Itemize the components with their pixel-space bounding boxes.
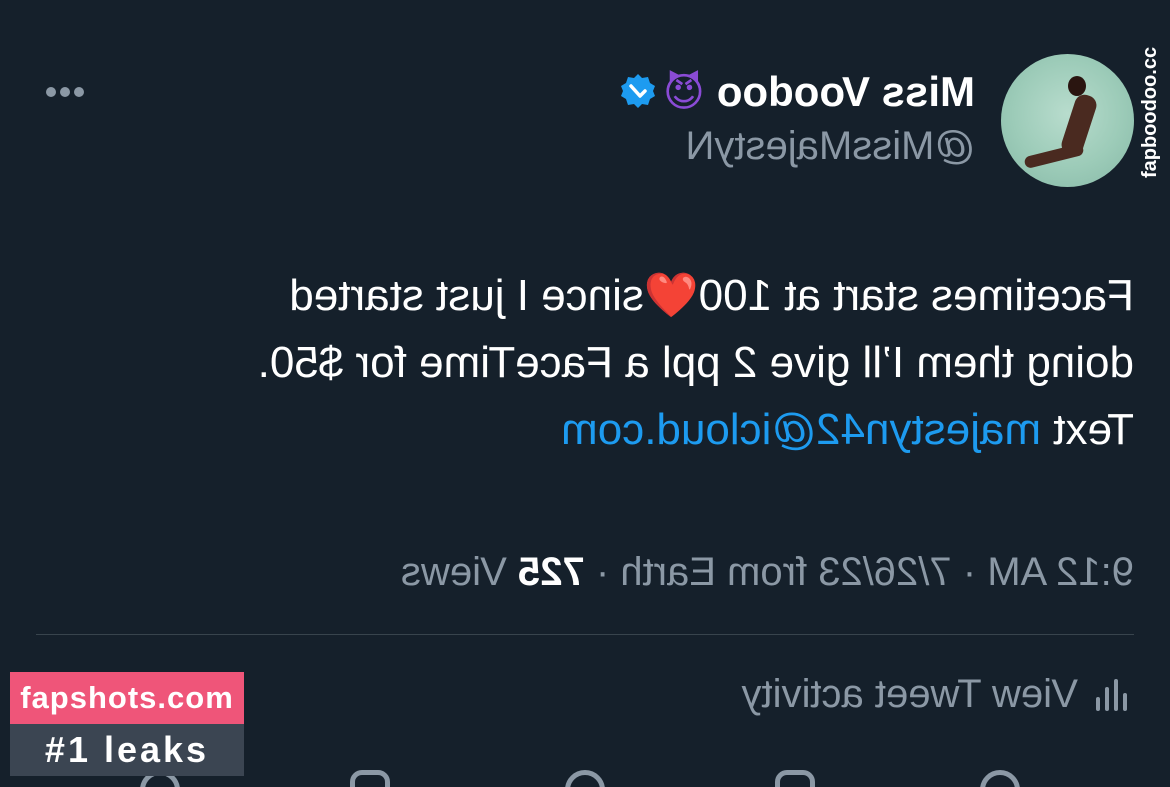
tweet-time[interactable]: 9:12 AM <box>987 550 1134 594</box>
bar-chart-icon <box>1094 673 1130 713</box>
user-handle[interactable]: @MissMajestyN <box>685 124 975 169</box>
screenshot-stage: Miss Voodoo 😈 @MissMajestyN Facetimes sta… <box>0 0 1170 787</box>
watermark-tagline: #1 leaks <box>10 724 244 776</box>
tweet-date-location[interactable]: 7/26/23 from Earth <box>620 550 951 594</box>
meta-separator: · <box>595 550 610 594</box>
meta-separator: · <box>962 550 977 594</box>
tweet-text-segment: Text <box>1041 405 1134 454</box>
heart-emoji: ❤️ <box>643 270 699 321</box>
more-dot <box>60 87 70 97</box>
bookmark-icon[interactable] <box>350 770 390 787</box>
view-activity-link[interactable]: View Tweet activity <box>742 672 1130 717</box>
avatar-figure-legs <box>1023 142 1085 170</box>
views-count: 725 <box>518 550 585 594</box>
email-link[interactable]: majestyn42@icloud.com <box>561 405 1041 454</box>
views-label: Views <box>400 550 507 594</box>
more-dot <box>46 87 56 97</box>
vertical-watermark: fapboodoo.cc <box>1138 0 1162 178</box>
retweet-icon[interactable] <box>775 770 815 787</box>
tweet-text-line-2: doing them I’ll give 2 ppl a FaceTime fo… <box>257 338 1134 387</box>
tweet-text-segment: Facetimes start at 100 <box>698 271 1134 320</box>
display-name[interactable]: Miss Voodoo <box>717 68 975 115</box>
mirrored-tweet-view: Miss Voodoo 😈 @MissMajestyN Facetimes sta… <box>0 0 1170 787</box>
tweet-text-segment: since I just started <box>289 271 644 320</box>
watermark-site: fapshots.com <box>10 672 244 724</box>
like-icon[interactable] <box>565 770 605 787</box>
more-options-icon[interactable] <box>40 84 84 104</box>
view-activity-label: View Tweet activity <box>741 672 1078 716</box>
smiling-devil-emoji: 😈 <box>663 70 705 116</box>
verified-badge-icon <box>619 72 657 110</box>
avatar-figure-head <box>1068 76 1086 96</box>
display-name-row[interactable]: Miss Voodoo 😈 <box>619 68 975 116</box>
watermark-badge: fapshots.com #1 leaks <box>10 672 244 776</box>
reply-icon[interactable] <box>980 770 1020 787</box>
divider <box>36 634 1134 635</box>
tweet-text-line-3: Text majestyn42@icloud.com <box>124 396 1134 463</box>
tweet-text: Facetimes start at 100❤️since I just sta… <box>124 262 1134 463</box>
vertical-watermark-text: fapboodoo.cc <box>1139 46 1161 178</box>
tweet-text-line-1: Facetimes start at 100❤️since I just sta… <box>124 262 1134 329</box>
tweet-metadata: 9:12 AM · 7/26/23 from Earth · 725 Views <box>401 550 1134 595</box>
avatar[interactable] <box>1001 54 1134 187</box>
more-dot <box>74 87 84 97</box>
